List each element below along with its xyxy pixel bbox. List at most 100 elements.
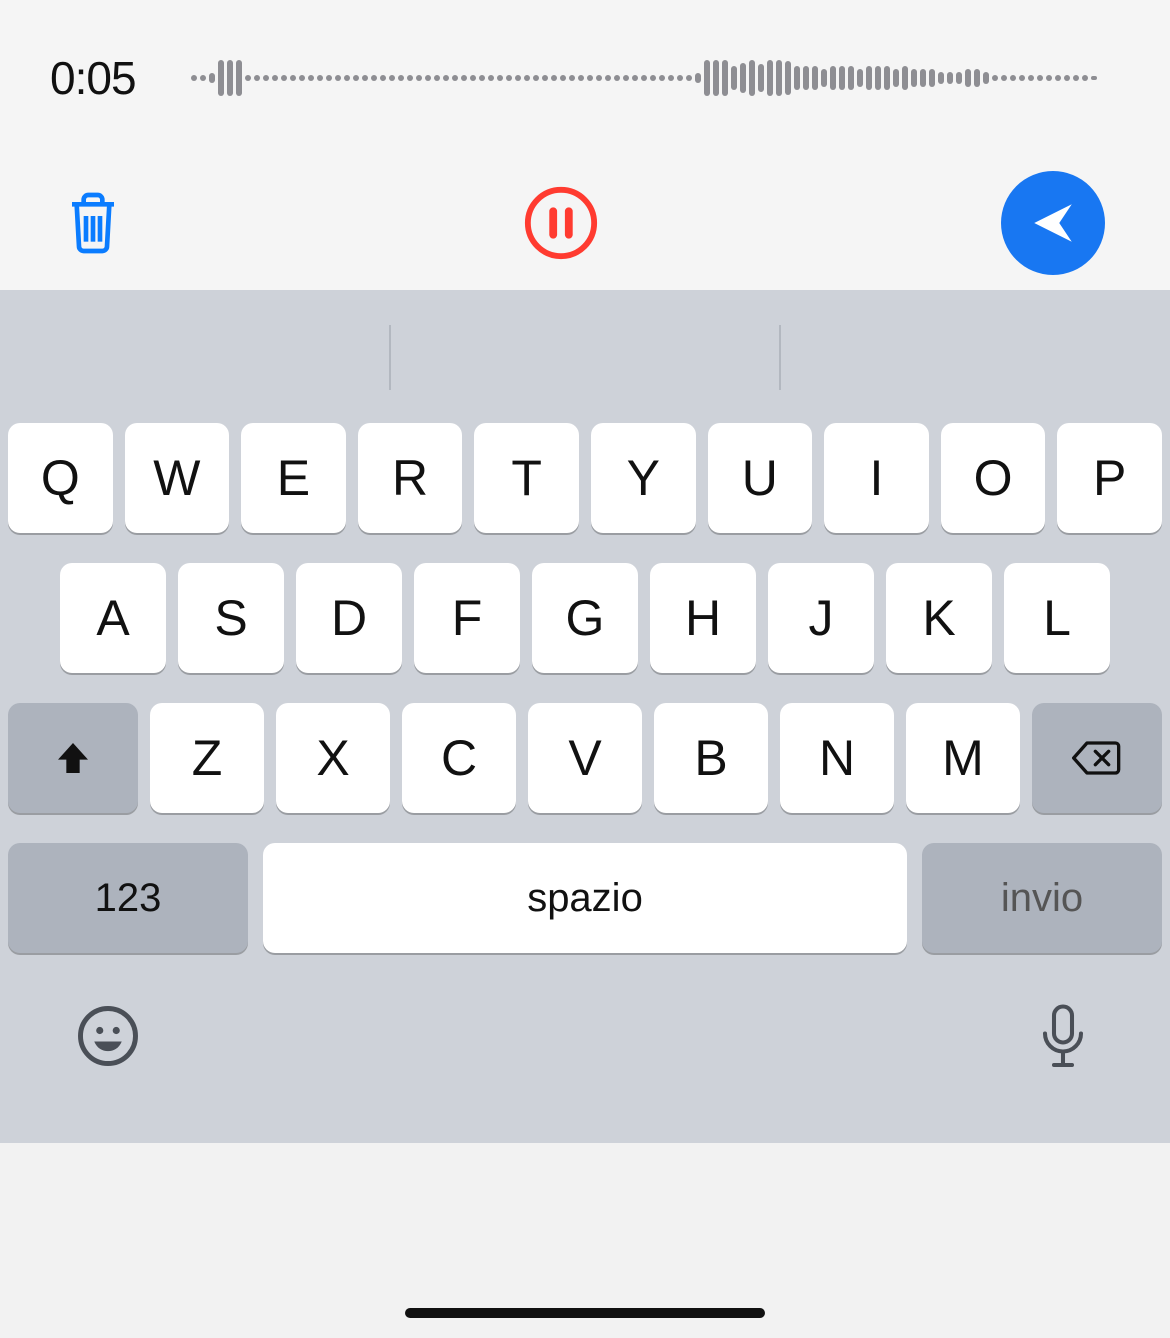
key-x[interactable]: X	[276, 703, 390, 813]
key-c[interactable]: C	[402, 703, 516, 813]
waveform-bar	[794, 66, 800, 90]
waveform-bar	[686, 75, 692, 81]
waveform-bar	[1082, 75, 1088, 81]
keyboard-row: ZXCVBNM	[0, 703, 1170, 813]
waveform-bar	[866, 66, 872, 90]
delete-recording-button[interactable]	[65, 190, 121, 256]
emoji-icon	[75, 1003, 141, 1069]
keyboard-row: ASDFGHJKL	[0, 563, 1170, 673]
key-y[interactable]: Y	[591, 423, 696, 533]
waveform-bar	[731, 66, 737, 90]
send-icon	[1028, 198, 1078, 248]
key-o[interactable]: O	[941, 423, 1046, 533]
waveform-bar	[209, 73, 215, 83]
waveform-bar	[497, 75, 503, 81]
numbers-key[interactable]: 123	[8, 843, 248, 953]
pause-recording-button[interactable]	[522, 184, 600, 262]
key-n[interactable]: N	[780, 703, 894, 813]
keyboard: QWERTYUIOP ASDFGHJKL ZXCVBNM 123 spazio …	[0, 290, 1170, 1143]
backspace-key[interactable]	[1032, 703, 1162, 813]
waveform-bar	[362, 75, 368, 81]
waveform-bar	[290, 75, 296, 81]
waveform-bar	[695, 73, 701, 83]
waveform-bar	[740, 63, 746, 93]
waveform-bar	[569, 75, 575, 81]
key-f[interactable]: F	[414, 563, 520, 673]
key-s[interactable]: S	[178, 563, 284, 673]
mic-icon	[1036, 1003, 1090, 1073]
keyboard-row: QWERTYUIOP	[0, 423, 1170, 533]
waveform-bar	[488, 75, 494, 81]
waveform-bar	[1028, 75, 1034, 81]
waveform-bar	[749, 60, 755, 96]
waveform-bar	[389, 75, 395, 81]
waveform-bar	[515, 75, 521, 81]
waveform-bar	[857, 69, 863, 87]
waveform-bar	[641, 75, 647, 81]
waveform-bar	[335, 75, 341, 81]
shift-key[interactable]	[8, 703, 138, 813]
waveform-bar	[965, 69, 971, 87]
key-l[interactable]: L	[1004, 563, 1110, 673]
waveform-bar	[542, 75, 548, 81]
key-z[interactable]: Z	[150, 703, 264, 813]
waveform-bar	[1064, 75, 1070, 81]
key-m[interactable]: M	[906, 703, 1020, 813]
key-h[interactable]: H	[650, 563, 756, 673]
key-w[interactable]: W	[125, 423, 230, 533]
waveform-bar	[1055, 75, 1061, 81]
waveform-bar	[920, 69, 926, 87]
waveform	[191, 58, 1135, 98]
waveform-bar	[623, 75, 629, 81]
waveform-bar	[776, 60, 782, 96]
pause-icon	[522, 184, 600, 262]
waveform-bar	[713, 60, 719, 96]
key-r[interactable]: R	[358, 423, 463, 533]
key-t[interactable]: T	[474, 423, 579, 533]
suggestion-slot[interactable]	[781, 325, 1170, 395]
waveform-bar	[200, 75, 206, 81]
waveform-bar	[245, 75, 251, 81]
key-b[interactable]: B	[654, 703, 768, 813]
waveform-bar	[1010, 75, 1016, 81]
key-u[interactable]: U	[708, 423, 813, 533]
send-recording-button[interactable]	[1001, 171, 1105, 275]
key-p[interactable]: P	[1057, 423, 1162, 533]
waveform-bar	[704, 60, 710, 96]
waveform-bar	[911, 69, 917, 87]
waveform-bar	[236, 60, 242, 96]
recording-timer: 0:05	[50, 51, 136, 105]
waveform-bar	[533, 75, 539, 81]
key-i[interactable]: I	[824, 423, 929, 533]
waveform-bar	[983, 72, 989, 84]
suggestion-slot[interactable]	[0, 325, 389, 395]
space-key[interactable]: spazio	[263, 843, 907, 953]
home-indicator	[405, 1308, 765, 1318]
waveform-bar	[281, 75, 287, 81]
recording-bar: 0:05	[0, 0, 1170, 155]
waveform-bar	[902, 66, 908, 90]
enter-key[interactable]: invio	[922, 843, 1162, 953]
waveform-bar	[218, 60, 224, 96]
waveform-bar	[956, 72, 962, 84]
waveform-bar	[821, 69, 827, 87]
waveform-bar	[785, 61, 791, 95]
waveform-bar	[524, 75, 530, 81]
waveform-bar	[614, 75, 620, 81]
key-g[interactable]: G	[532, 563, 638, 673]
key-v[interactable]: V	[528, 703, 642, 813]
key-j[interactable]: J	[768, 563, 874, 673]
emoji-button[interactable]	[75, 1003, 141, 1074]
key-k[interactable]: K	[886, 563, 992, 673]
key-q[interactable]: Q	[8, 423, 113, 533]
dictation-button[interactable]	[1036, 1003, 1090, 1078]
waveform-bar	[938, 72, 944, 84]
waveform-bar	[551, 75, 557, 81]
waveform-bar	[479, 75, 485, 81]
key-a[interactable]: A	[60, 563, 166, 673]
suggestion-slot[interactable]	[391, 325, 780, 395]
suggestion-bar	[0, 325, 1170, 395]
waveform-bar	[434, 75, 440, 81]
key-e[interactable]: E	[241, 423, 346, 533]
key-d[interactable]: D	[296, 563, 402, 673]
